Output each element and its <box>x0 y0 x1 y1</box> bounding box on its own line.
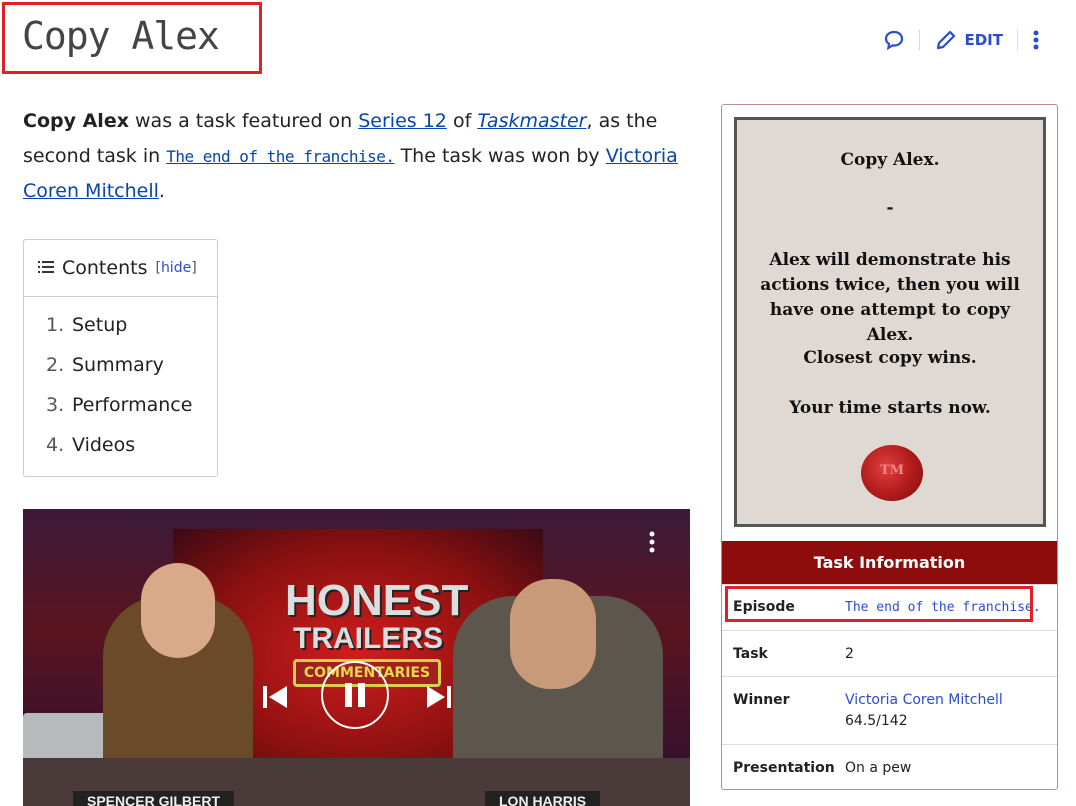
pencil-icon <box>934 28 958 52</box>
toc-item-number: 3. <box>46 394 65 416</box>
infobox-value: On a pew <box>845 760 912 776</box>
episode-link[interactable]: The end of the franchise. <box>166 147 395 166</box>
kebab-menu-icon[interactable] <box>1032 28 1040 52</box>
video-honest-text: HONEST <box>285 576 469 625</box>
previous-icon[interactable] <box>263 685 289 715</box>
infobox-key: Task <box>733 646 768 662</box>
episode-highlight-box <box>725 586 1033 622</box>
toc-hide-link[interactable]: hide <box>161 260 191 276</box>
toc-item-number: 1. <box>46 314 65 336</box>
toc-item-label[interactable]: Videos <box>72 434 135 456</box>
intro-text: . <box>158 180 165 202</box>
toc-list: 1. Setup 2. Summary 3. Performance 4. Videos <box>24 297 217 465</box>
toc-item-label[interactable]: Performance <box>72 394 192 416</box>
speech-bubble-icon[interactable] <box>883 29 905 51</box>
pause-icon <box>358 683 365 707</box>
task-card-line: - <box>886 198 894 218</box>
divider <box>919 29 921 51</box>
divider <box>1017 29 1018 51</box>
wax-seal-icon: TM <box>861 445 923 501</box>
video-player[interactable]: HONEST TRAILERS COMMENTARIES SPENCER GIL… <box>23 509 690 806</box>
infobox-row-task: Task 2 <box>722 630 1057 677</box>
intro-paragraph: Copy Alex was a task featured on Series … <box>23 104 683 209</box>
toc-item[interactable]: 4. Videos <box>46 425 217 465</box>
video-menu-icon[interactable] <box>649 531 655 553</box>
series-link[interactable]: Series 12 <box>358 110 447 132</box>
task-card-line: Alex will demonstrate his actions twice,… <box>760 250 1020 345</box>
infobox-row-winner: Winner Victoria Coren Mitchell 64.5/142 <box>722 676 1057 745</box>
intro-bold-title: Copy Alex <box>23 110 129 132</box>
infobox-value: 2 <box>845 646 854 662</box>
lower-third-right: LON HARRIS <box>485 791 601 806</box>
infobox-value: Victoria Coren Mitchell <box>845 692 1003 708</box>
person-right-head <box>510 579 596 689</box>
show-link[interactable]: Taskmaster <box>477 110 586 132</box>
page-actions: EDIT <box>883 28 1040 52</box>
person-left-head <box>141 563 215 658</box>
list-icon <box>38 259 54 278</box>
toc-item-number: 4. <box>46 434 65 456</box>
task-card-image: Copy Alex. - Alex will demonstrate his a… <box>734 117 1046 527</box>
toc-item-label[interactable]: Summary <box>72 354 164 376</box>
infobox-key: Presentation <box>733 760 835 776</box>
toc-item[interactable]: 1. Setup <box>46 305 217 345</box>
seal-text: TM <box>879 463 905 478</box>
table-of-contents: Contents [hide] 1. Setup 2. Summary 3. Perf… <box>23 239 218 477</box>
toc-hide-toggle[interactable]: [hide] <box>155 260 196 276</box>
lower-third-left: SPENCER GILBERT <box>73 791 235 806</box>
toc-header: Contents [hide] <box>24 240 217 297</box>
task-card-line: Copy Alex. <box>840 150 940 170</box>
pause-button[interactable] <box>321 661 389 729</box>
task-card-line: Closest copy wins. <box>803 348 977 368</box>
video-trailers-text: TRAILERS <box>293 622 443 655</box>
task-infobox: Copy Alex. - Alex will demonstrate his a… <box>721 104 1058 790</box>
infobox-winner-link[interactable]: Victoria Coren Mitchell <box>845 692 1003 708</box>
edit-button[interactable]: EDIT <box>934 28 1003 52</box>
infobox-row-presentation: Presentation On a pew <box>722 744 1057 791</box>
infobox-header: Task Information <box>722 541 1057 584</box>
pause-icon <box>345 683 352 707</box>
edit-label: EDIT <box>964 31 1003 49</box>
intro-text: was a task featured on <box>128 110 359 132</box>
toc-label: Contents <box>62 257 148 279</box>
task-card-line: Your time starts now. <box>789 398 991 418</box>
toc-item[interactable]: 3. Performance <box>46 385 217 425</box>
toc-item[interactable]: 2. Summary <box>46 345 217 385</box>
intro-text: The task was won by <box>394 145 606 167</box>
next-icon[interactable] <box>425 685 451 715</box>
page-title: Copy Alex <box>22 14 220 58</box>
toc-item-label[interactable]: Setup <box>72 314 127 336</box>
intro-text: of <box>446 110 478 132</box>
toc-item-number: 2. <box>46 354 65 376</box>
infobox-winner-score: 64.5/142 <box>845 713 908 729</box>
infobox-key: Winner <box>733 692 790 708</box>
